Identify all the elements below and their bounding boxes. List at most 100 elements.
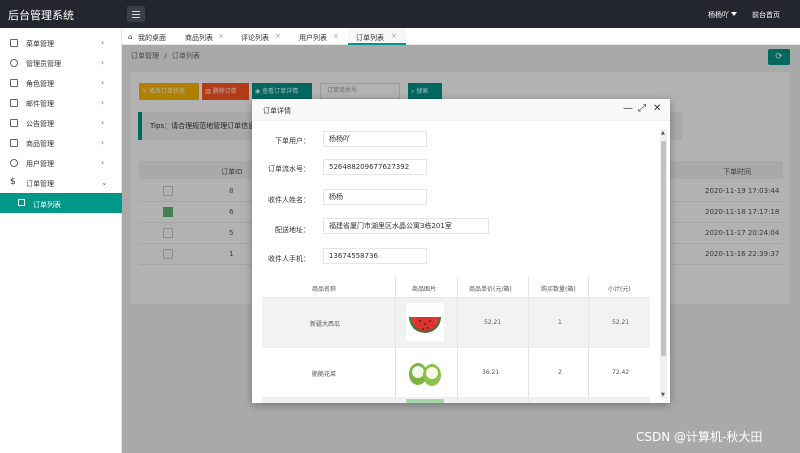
chevron-left-icon: ‹	[101, 118, 105, 127]
column-header-qty: 购买数量(箱)	[541, 286, 576, 293]
close-icon[interactable]: ×	[333, 32, 339, 40]
caret-down-icon[interactable]	[731, 12, 737, 16]
watermark: CSDN @计算机-秋大田	[636, 430, 763, 444]
mail-icon	[10, 99, 18, 107]
sidebar-item-orders[interactable]: $ 订单管理 ⌄	[0, 173, 122, 193]
chevron-left-icon: ‹	[101, 98, 105, 107]
sidebar-item-menu[interactable]: 菜单管理 ‹	[0, 33, 122, 53]
field-label-address: 配送地址：	[275, 226, 310, 234]
sidebar-item-label: 公告管理	[26, 120, 54, 128]
minimize-icon[interactable]: —	[623, 103, 633, 114]
close-icon[interactable]: ✕	[653, 103, 661, 114]
tab-users[interactable]: 用户列表 ×	[296, 28, 348, 45]
close-icon[interactable]: ×	[218, 32, 224, 40]
chevron-left-icon: ‹	[101, 58, 105, 67]
item-price: 36.21	[482, 369, 500, 376]
star-icon	[10, 79, 18, 87]
order-number-field[interactable]: 526488209677627392	[323, 159, 427, 175]
items-table-header: 商品名称 商品图片 商品单价(元/箱) 购买数量(箱) 小计(元)	[262, 276, 650, 298]
item-subtotal: 52.21	[612, 319, 630, 326]
item-name: 新疆大西瓜	[310, 321, 341, 328]
scrollbar-thumb[interactable]	[661, 141, 666, 356]
item-row: 脆脆花菜 36.21 2 72.42	[262, 348, 650, 398]
order-items-table: 商品名称 商品图片 商品单价(元/箱) 购买数量(箱) 小计(元) 新疆大西瓜 …	[262, 276, 650, 403]
column-divider	[588, 276, 589, 403]
column-header-price: 商品单价(元/箱)	[469, 286, 512, 293]
sidebar-item-label: 角色管理	[26, 80, 54, 88]
item-name: 脆脆花菜	[312, 371, 337, 378]
user-icon	[10, 59, 18, 67]
column-divider	[457, 276, 458, 403]
sidebar-item-role[interactable]: 角色管理 ‹	[0, 73, 122, 93]
list-icon	[18, 199, 25, 206]
item-row: 新疆大西瓜 52.21 1 52.21	[262, 298, 650, 348]
sidebar-item-mail[interactable]: 邮件管理 ‹	[0, 93, 122, 113]
tab-label: 订单列表	[356, 34, 384, 42]
recipient-name-field[interactable]: 杨杨	[323, 189, 427, 205]
chevron-down-icon: ⌄	[101, 178, 108, 187]
speaker-icon	[10, 119, 18, 127]
tab-goods[interactable]: 商品列表 ×	[182, 28, 234, 45]
column-header-subtotal: 小计(元)	[608, 286, 631, 293]
field-label-user: 下单用户：	[275, 137, 310, 145]
sidebar-item-admin[interactable]: 管理员管理 ‹	[0, 53, 122, 73]
chevron-left-icon: ‹	[101, 158, 105, 167]
home-link[interactable]: 前台首页	[752, 10, 780, 20]
sidebar-item-label: 邮件管理	[26, 100, 54, 108]
scroll-up-icon[interactable]: ▲	[661, 130, 665, 136]
menu-toggle-icon[interactable]	[127, 6, 145, 22]
tab-label: 我的桌面	[138, 34, 166, 42]
field-label-phone: 收件人手机：	[268, 255, 310, 263]
tab-orders[interactable]: 订单列表 ×	[348, 28, 406, 45]
home-icon: ⌂	[128, 33, 133, 41]
item-qty: 2	[558, 369, 562, 376]
dollar-icon: $	[10, 177, 16, 187]
grid-icon	[10, 39, 18, 47]
order-user-field[interactable]: 杨杨吖	[323, 131, 427, 147]
item-price: 52.21	[484, 319, 502, 326]
tab-label: 商品列表	[185, 34, 213, 42]
item-subtotal: 72.42	[612, 369, 630, 376]
phone-field[interactable]: 13674558736	[323, 248, 427, 264]
box-icon	[10, 139, 18, 147]
item-row-partial	[262, 398, 650, 403]
top-bar: 后台管理系统 杨杨吖 前台首页	[0, 0, 800, 28]
field-label-order-number: 订单流水号：	[268, 165, 310, 173]
user-menu[interactable]: 杨杨吖	[708, 10, 729, 20]
product-image	[406, 399, 444, 403]
user-icon	[10, 159, 18, 167]
tab-desktop[interactable]: ⌂ 我的桌面	[128, 28, 178, 45]
chevron-left-icon: ‹	[101, 38, 105, 47]
column-header-name: 商品名称	[312, 286, 337, 293]
maximize-icon[interactable]: ⤢	[638, 103, 646, 114]
sidebar-subitem-order-list[interactable]: 订单列表	[0, 193, 122, 213]
sidebar: 菜单管理 ‹ 管理员管理 ‹ 角色管理 ‹ 邮件管理 ‹ 公告管理 ‹ 商品管理…	[0, 28, 122, 453]
sidebar-item-label: 菜单管理	[26, 40, 54, 48]
chevron-left-icon: ‹	[101, 138, 105, 147]
column-header-image: 商品图片	[412, 286, 437, 293]
sidebar-item-label: 管理员管理	[26, 60, 61, 68]
column-divider	[395, 276, 396, 403]
tab-comments[interactable]: 评论列表 ×	[238, 28, 290, 45]
modal-header: 订单详情 — ⤢ ✕	[252, 99, 670, 121]
watermelon-image	[406, 303, 444, 341]
modal-title: 订单详情	[263, 107, 291, 115]
tab-bar: ⌂ 我的桌面 商品列表 × 评论列表 × 用户列表 × 订单列表 ×	[122, 28, 800, 45]
close-icon[interactable]: ×	[391, 32, 397, 40]
sidebar-item-notice[interactable]: 公告管理 ‹	[0, 113, 122, 133]
sidebar-item-users[interactable]: 用户管理 ‹	[0, 153, 122, 173]
sidebar-item-label: 商品管理	[26, 140, 54, 148]
cauliflower-image	[406, 354, 444, 392]
scroll-down-icon[interactable]: ▼	[661, 392, 665, 398]
modal-scrollbar[interactable]: ▲ ▼	[660, 129, 667, 399]
app-title: 后台管理系统	[8, 9, 74, 22]
close-icon[interactable]: ×	[275, 32, 281, 40]
column-divider	[528, 276, 529, 403]
sidebar-item-label: 用户管理	[26, 160, 54, 168]
chevron-left-icon: ‹	[101, 78, 105, 87]
item-qty: 1	[558, 319, 562, 326]
address-field[interactable]: 福建省厦门市湖里区水晶公寓3栋201室	[323, 218, 489, 234]
sidebar-item-goods[interactable]: 商品管理 ‹	[0, 133, 122, 153]
tab-label: 评论列表	[241, 34, 269, 42]
tab-label: 用户列表	[299, 34, 327, 42]
